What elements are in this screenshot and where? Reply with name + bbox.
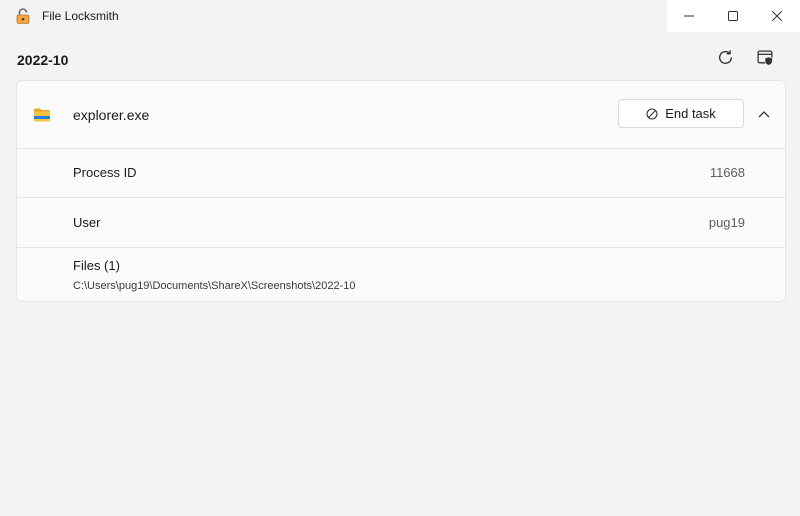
maximize-button[interactable]: [711, 0, 755, 32]
caption-buttons: [667, 0, 800, 32]
run-as-admin-icon: [756, 49, 773, 66]
end-task-button[interactable]: End task: [618, 99, 744, 128]
detail-row-process-id: Process ID 11668: [17, 149, 785, 197]
process-header[interactable]: explorer.exe End task: [17, 81, 785, 148]
process-id-label: Process ID: [73, 165, 137, 180]
process-id-value: 11668: [709, 165, 745, 180]
minimize-button[interactable]: [667, 0, 711, 32]
collapse-button[interactable]: [753, 103, 775, 125]
minimize-icon: [684, 15, 694, 17]
page-title: 2022-10: [17, 52, 69, 68]
close-button[interactable]: [755, 0, 799, 32]
chevron-up-icon: [758, 111, 770, 118]
detail-row-user: User pug19: [17, 198, 785, 246]
files-label: Files (1): [73, 258, 120, 273]
process-name: explorer.exe: [73, 107, 150, 123]
end-task-label: End task: [665, 106, 716, 121]
refresh-icon: [718, 49, 732, 64]
folder-icon: [34, 108, 50, 122]
title-bar: File Locksmith: [0, 0, 800, 32]
user-value: pug19: [708, 215, 745, 230]
refresh-button[interactable]: [709, 42, 741, 72]
file-path: C:\Users\pug19\Documents\ShareX\Screensh…: [73, 280, 356, 292]
run-as-admin-button[interactable]: [749, 42, 781, 72]
files-section: Files (1) C:\Users\pug19\Documents\Share…: [17, 248, 785, 301]
block-icon: [646, 107, 658, 120]
lock-icon: [16, 8, 30, 24]
user-label: User: [73, 215, 101, 230]
close-icon: [772, 11, 782, 21]
process-card: explorer.exe End task Process ID 11668 U…: [16, 80, 786, 302]
maximize-icon: [728, 11, 738, 21]
app-title: File Locksmith: [42, 9, 119, 23]
